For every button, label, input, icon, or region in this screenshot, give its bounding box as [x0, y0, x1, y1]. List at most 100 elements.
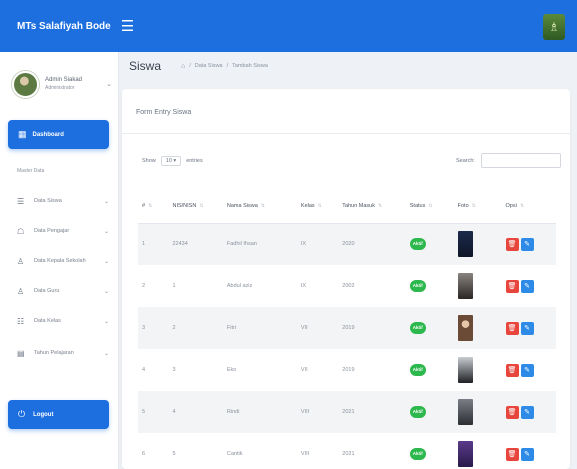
chevron-down-icon: ⌄: [103, 350, 109, 357]
cell-nis: 22434: [168, 223, 223, 265]
column-header-col-status[interactable]: Status ⇅: [405, 190, 454, 224]
student-photo[interactable]: [457, 273, 473, 299]
sidebar-item-label: Data Siswa: [34, 198, 62, 204]
cell-name: Fadhil Ihsan: [222, 223, 297, 265]
chevron-down-icon[interactable]: ⌄: [106, 80, 112, 88]
menu-toggle-icon[interactable]: ☰: [121, 19, 134, 34]
student-photo[interactable]: [457, 399, 473, 425]
sidebar-item-2[interactable]: ♙ Data Kepala Sekolah ⌄: [17, 252, 109, 270]
card-title: Form Entry Siswa: [136, 109, 192, 116]
sidebar-item-dashboard[interactable]: ▦ Dashboard: [8, 120, 109, 149]
delete-button[interactable]: 🗑: [505, 237, 519, 251]
sidebar-item-3[interactable]: ♙ Data Guru ⌄: [17, 282, 109, 300]
sidebar-item-label: Tahun Pelajaran: [34, 350, 74, 356]
column-header-col-class[interactable]: Kelas ⇅: [296, 190, 339, 224]
cell-nis: 4: [168, 391, 223, 433]
breadcrumb: ⌂ / Data Siswa / Tambah Siswa: [181, 62, 268, 70]
dashboard-icon: ▦: [18, 129, 27, 139]
breadcrumb-current: Tambah Siswa: [232, 63, 268, 69]
sort-icon: ⇅: [148, 203, 153, 210]
student-photo[interactable]: [457, 231, 473, 258]
edit-button[interactable]: ✎: [520, 447, 534, 461]
edit-button[interactable]: ✎: [520, 237, 534, 251]
cell-name: Fitri: [222, 307, 297, 349]
cell-number: 3: [138, 307, 169, 349]
delete-button[interactable]: 🗑: [505, 363, 519, 377]
users-icon: ☰: [17, 196, 25, 206]
search-label: Search:: [456, 157, 475, 164]
table-row: 5 4 Rindi VIII 2021 Aktif 🗑 ✎: [138, 391, 556, 433]
profile-role: Administrator: [45, 84, 75, 91]
column-header-col-nis[interactable]: NIS/NISN ⇅: [168, 190, 223, 224]
logout-label: Logout: [33, 411, 54, 418]
status-badge: Aktif: [409, 364, 426, 376]
cell-name: Cantik: [226, 451, 243, 457]
sidebar-item-0[interactable]: ☰ Data Siswa ⌄: [17, 192, 109, 210]
search-input[interactable]: [480, 153, 561, 168]
sidebar-item-label: Dashboard: [32, 131, 64, 138]
student-photo[interactable]: [457, 441, 473, 467]
table-row: 2 1 Abdul aziz IX 2002 Aktif 🗑 ✎: [138, 265, 556, 307]
edit-button[interactable]: ✎: [520, 363, 534, 377]
student-photo[interactable]: [457, 357, 473, 383]
delete-button[interactable]: 🗑: [505, 321, 519, 335]
cell-name: Eko: [226, 367, 237, 373]
sort-icon: ⇅: [377, 203, 383, 210]
cell-year: 2002: [342, 283, 355, 289]
sidebar-item-label: Data Kelas: [34, 318, 61, 324]
entries-select[interactable]: 10 ▾: [160, 156, 182, 166]
table-row: 3 2 Fitri VII 2019 Aktif 🗑 ✎: [138, 307, 556, 349]
table-row: 1 22434 Fadhil Ihsan IX 2020 Aktif 🗑 ✎: [138, 223, 556, 265]
chevron-down-icon: ⌄: [103, 198, 109, 205]
column-header-col-options[interactable]: Opsi ⇅: [501, 190, 556, 224]
status-badge: Aktif: [409, 322, 426, 334]
card-divider: [122, 133, 570, 134]
sort-icon: ⇅: [471, 203, 476, 210]
user-icon: ☖: [17, 226, 25, 236]
cell-number: 4: [142, 367, 146, 373]
cell-name: Rindi: [222, 391, 297, 433]
sidebar-item-label: Data Pengajar: [34, 228, 70, 234]
user-avatar[interactable]: ♗: [543, 14, 565, 40]
sort-icon: ⇅: [260, 203, 265, 210]
sidebar-item-1[interactable]: ☖ Data Pengajar ⌄: [17, 222, 109, 240]
profile-avatar: [12, 70, 39, 98]
search-control: Search:: [456, 153, 561, 168]
column-header-col-photo[interactable]: Foto ⇅: [453, 190, 502, 224]
status-badge: Aktif: [409, 448, 426, 460]
delete-button[interactable]: 🗑: [505, 447, 519, 461]
logout-button[interactable]: ⏻ Logout: [8, 400, 109, 429]
table-row: 4 3 Eko VII 2019 Aktif 🗑 ✎: [138, 349, 556, 391]
student-photo[interactable]: [457, 315, 473, 341]
cell-nis: 2: [168, 307, 223, 349]
sidebar-item-5[interactable]: ▤ Tahun Pelajaran ⌄: [17, 344, 109, 362]
cell-nis: 5: [172, 451, 176, 457]
column-header-col-number[interactable]: # ⇅: [138, 190, 169, 224]
chevron-down-icon: ⌄: [103, 288, 109, 295]
cell-year: 2019: [338, 307, 406, 349]
home-icon[interactable]: ⌂: [181, 63, 185, 70]
table-header-row: # ⇅ NIS/NISN ⇅ Nama Siswa ⇅ Kelas ⇅ Tahun Masuk ⇅…: [138, 190, 556, 224]
cell-number: 6: [142, 451, 146, 457]
sidebar: Admin Siakad Administrator ⌄ ▦ Dashboard…: [0, 52, 119, 469]
top-navbar: MTs Salafiyah Bode ☰ ♗: [0, 0, 577, 52]
sort-icon: ⇅: [519, 203, 525, 210]
edit-button[interactable]: ✎: [520, 279, 534, 293]
sidebar-profile[interactable]: Admin Siakad Administrator ⌄: [12, 64, 112, 104]
calendar-icon: ▤: [17, 348, 25, 358]
brand-name[interactable]: MTs Salafiyah Bode: [17, 21, 111, 32]
column-header-col-year[interactable]: Tahun Masuk ⇅: [338, 190, 406, 224]
edit-button[interactable]: ✎: [520, 321, 534, 335]
page-title: Siswa: [129, 59, 162, 73]
profile-name: Admin Siakad: [45, 77, 83, 84]
user-tie-icon: ♙: [17, 256, 25, 266]
edit-button[interactable]: ✎: [520, 405, 534, 419]
delete-button[interactable]: 🗑: [505, 405, 519, 419]
chevron-down-icon: ⌄: [103, 258, 109, 265]
column-header-col-name[interactable]: Nama Siswa ⇅: [222, 190, 297, 224]
delete-button[interactable]: 🗑: [505, 279, 519, 293]
sidebar-item-4[interactable]: ☷ Data Kelas ⌄: [17, 312, 109, 330]
power-icon: ⏻: [18, 409, 26, 419]
user-icon: ♙: [17, 286, 25, 296]
breadcrumb-item[interactable]: Data Siswa: [195, 63, 223, 69]
